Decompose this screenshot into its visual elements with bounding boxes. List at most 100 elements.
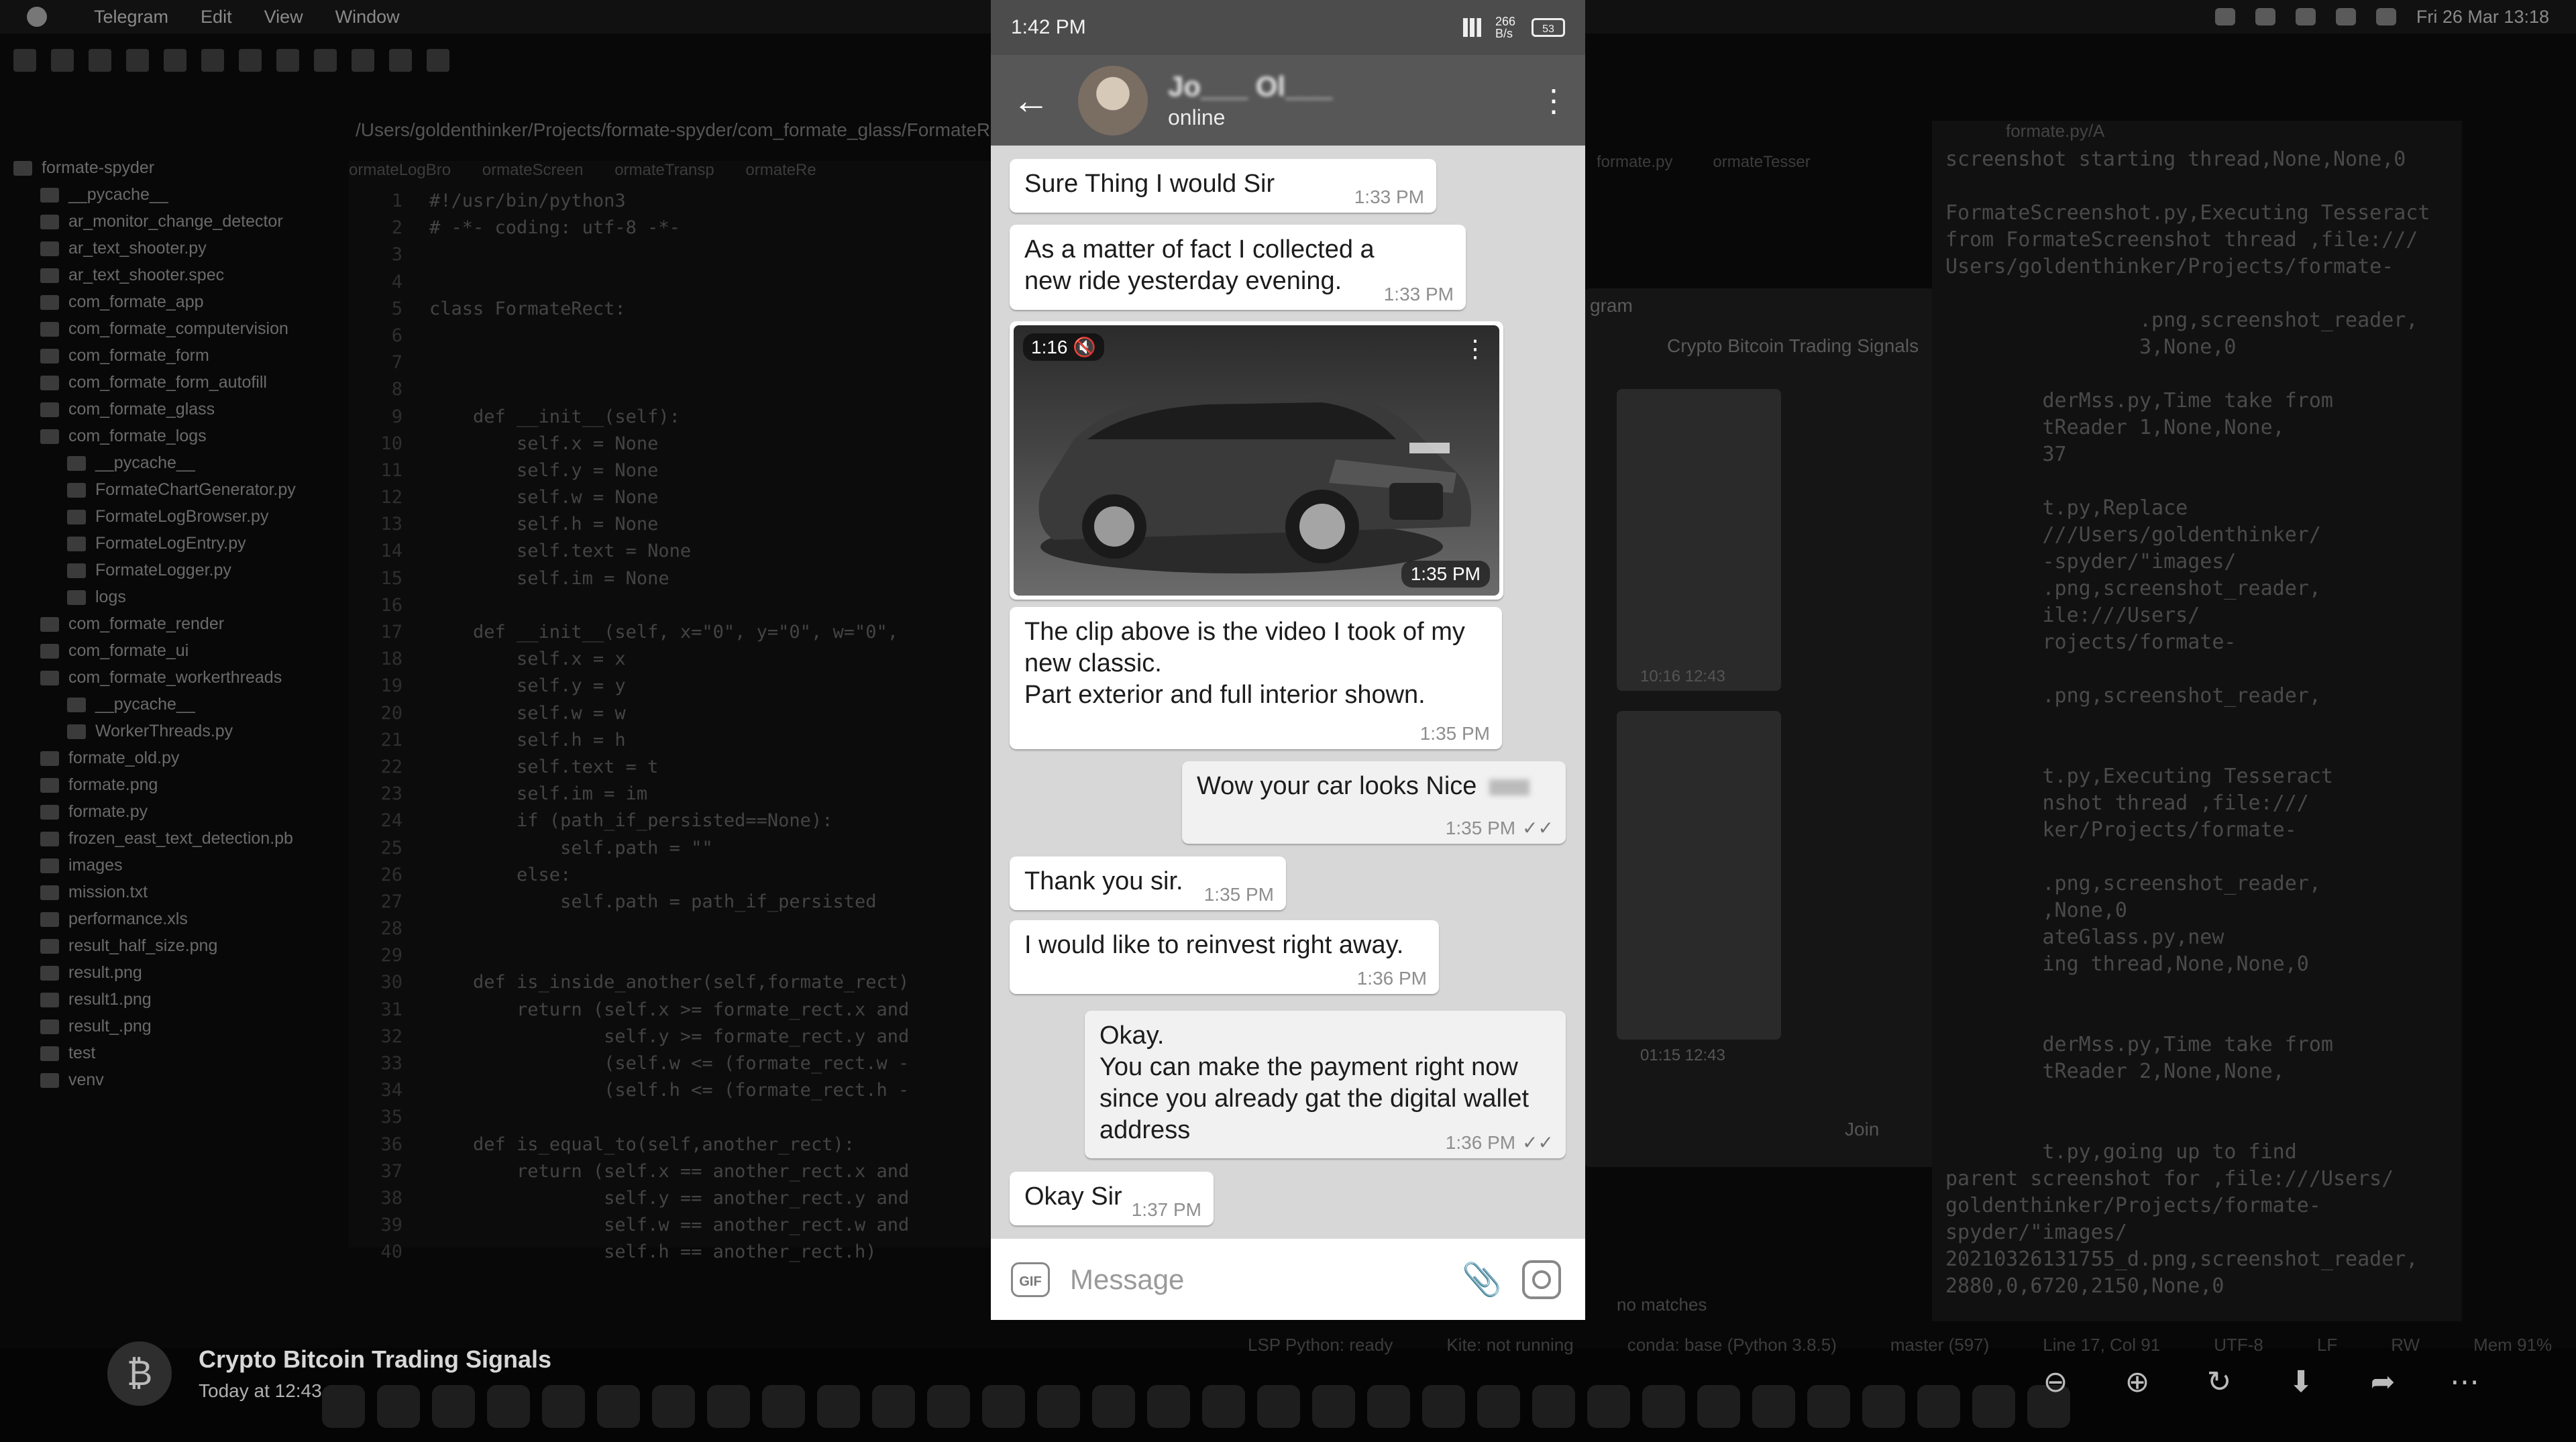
toolbar-icon[interactable] (314, 49, 337, 72)
path-bar[interactable]: /Users/goldenthinker/Projects/formate-sp… (356, 119, 993, 144)
message-bubble[interactable]: The clip above is the video I took of my… (1010, 607, 1502, 749)
message-bubble[interactable]: As a matter of fact I collected a new ri… (1010, 225, 1466, 310)
search-icon[interactable] (2375, 8, 2396, 25)
tree-node[interactable]: com_formate_app (0, 288, 342, 315)
tree-node[interactable]: FormateLogBrowser.py (0, 503, 342, 530)
dock-app-icon[interactable] (982, 1385, 1025, 1428)
video-message[interactable]: 1:16 🔇 ⋮ 1:35 PM (1010, 321, 1503, 600)
dock-app-icon[interactable] (1917, 1385, 1960, 1428)
car-video-thumbnail[interactable]: 1:16 🔇 ⋮ 1:35 PM (1014, 325, 1499, 596)
tree-node[interactable]: result.png (0, 959, 342, 986)
more-vertical-icon[interactable]: ⋮ (1538, 82, 1569, 119)
toolbar-icon[interactable] (352, 49, 374, 72)
tree-node[interactable]: com_formate_logs (0, 423, 342, 449)
tree-node[interactable]: frozen_east_text_detection.pb (0, 825, 342, 852)
zoom-in-icon[interactable]: ⊕ (2120, 1365, 2155, 1400)
tree-node[interactable]: FormateLogger.py (0, 557, 342, 584)
apple-icon[interactable] (27, 7, 47, 27)
dock-app-icon[interactable] (1752, 1385, 1795, 1428)
editor-tab[interactable]: ormateRe (745, 161, 816, 179)
tree-node[interactable]: __pycache__ (0, 181, 342, 208)
dock-app-icon[interactable] (1257, 1385, 1300, 1428)
tree-node[interactable]: performance.xls (0, 905, 342, 932)
rotate-icon[interactable]: ↻ (2202, 1365, 2237, 1400)
preview-thumbnail[interactable] (1617, 389, 1781, 691)
toolbar-icon[interactable] (389, 49, 412, 72)
toolbar-icon[interactable] (201, 49, 224, 72)
dock-app-icon[interactable] (1312, 1385, 1355, 1428)
tree-node[interactable]: images (0, 852, 342, 879)
message-bubble[interactable]: Okay. You can make the payment right now… (1085, 1011, 1566, 1158)
tree-node[interactable]: com_formate_form_autofill (0, 369, 342, 396)
menu-view[interactable]: View (264, 7, 303, 27)
tree-node[interactable]: WorkerThreads.py (0, 718, 342, 744)
dock-app-icon[interactable] (872, 1385, 915, 1428)
message-bubble[interactable]: I would like to reinvest right away. 1:3… (1010, 920, 1439, 994)
toolbar-icon[interactable] (13, 49, 36, 72)
menu-edit[interactable]: Edit (201, 7, 232, 27)
tree-node[interactable]: com_formate_ui (0, 637, 342, 664)
tree-node[interactable]: com_formate_computervision (0, 315, 342, 342)
download-icon[interactable]: ⬇ (2284, 1365, 2318, 1400)
status-icon[interactable] (2255, 8, 2275, 25)
tree-node[interactable]: logs (0, 584, 342, 610)
tree-node[interactable]: formate.py (0, 798, 342, 825)
tree-node[interactable]: ar_monitor_change_detector (0, 208, 342, 235)
tree-node[interactable]: test (0, 1040, 342, 1066)
menu-app-telegram[interactable]: Telegram (94, 7, 168, 27)
back-arrow-icon[interactable]: ← (1004, 74, 1058, 127)
dock-app-icon[interactable] (1972, 1385, 2015, 1428)
camera-icon[interactable] (1522, 1260, 1561, 1299)
tree-node[interactable]: ar_text_shooter.py (0, 235, 342, 262)
menu-clock[interactable]: Fri 26 Mar 13:18 (2416, 7, 2549, 27)
editor-tab[interactable]: ormateLogBro (349, 161, 451, 179)
toolbar-icon[interactable] (239, 49, 262, 72)
tree-node[interactable]: __pycache__ (0, 691, 342, 718)
toolbar-icon[interactable] (51, 49, 74, 72)
contact-name[interactable]: Jo___ Ol___ (1168, 70, 1332, 103)
message-input[interactable]: Message (1070, 1264, 1462, 1296)
tree-node[interactable]: com_formate_glass (0, 396, 342, 423)
tree-node[interactable]: com_formate_render (0, 610, 342, 637)
message-bubble[interactable]: Thank you sir. 1:35 PM (1010, 856, 1286, 910)
dock-app-icon[interactable] (1532, 1385, 1575, 1428)
panel-title[interactable]: formate.py/A (1932, 121, 2462, 148)
more-icon[interactable]: ⋯ (2447, 1365, 2482, 1400)
dock-app-icon[interactable] (1037, 1385, 1080, 1428)
message-bubble[interactable]: Okay Sir 1:37 PM (1010, 1172, 1214, 1225)
muted-icon[interactable]: 🔇 (1073, 337, 1096, 357)
zoom-out-icon[interactable]: ⊖ (2038, 1365, 2073, 1400)
toolbar-icon[interactable] (427, 49, 449, 72)
tree-node[interactable]: formate_old.py (0, 744, 342, 771)
toolbar-icon[interactable] (89, 49, 111, 72)
tree-node[interactable]: com_formate_form (0, 342, 342, 369)
dock-app-icon[interactable] (1147, 1385, 1190, 1428)
status-icon[interactable] (2214, 8, 2235, 25)
dock-app-icon[interactable] (1697, 1385, 1740, 1428)
message-bubble[interactable]: Wow your car looks Nice 1:35 PM ✓✓ (1182, 761, 1566, 844)
dock-app-icon[interactable] (707, 1385, 750, 1428)
avatar[interactable] (1078, 65, 1148, 135)
toolbar-icon[interactable] (126, 49, 149, 72)
dock-app-icon[interactable] (1092, 1385, 1135, 1428)
dock-app-icon[interactable] (1422, 1385, 1465, 1428)
dock-app-icon[interactable] (1587, 1385, 1630, 1428)
tree-node[interactable]: ar_text_shooter.spec (0, 262, 342, 288)
tree-node[interactable]: result_half_size.png (0, 932, 342, 959)
tree-node[interactable]: __pycache__ (0, 449, 342, 476)
tree-node[interactable]: venv (0, 1066, 342, 1093)
toolbar-icon[interactable] (276, 49, 299, 72)
status-icon[interactable] (2295, 8, 2316, 25)
tree-node[interactable]: mission.txt (0, 879, 342, 905)
dock-app-icon[interactable] (927, 1385, 970, 1428)
tree-node[interactable]: FormateChartGenerator.py (0, 476, 342, 503)
editor-tab[interactable]: ormateTransp (614, 161, 714, 179)
dock-app-icon[interactable] (1807, 1385, 1850, 1428)
tree-node[interactable]: result_.png (0, 1013, 342, 1040)
join-button[interactable]: Join (1845, 1119, 1879, 1140)
video-menu-icon[interactable]: ⋮ (1463, 335, 1487, 363)
message-bubble[interactable]: Sure Thing I would Sir 1:33 PM (1010, 159, 1436, 213)
tree-node[interactable]: com_formate_workerthreads (0, 664, 342, 691)
editor-tab[interactable]: ormateTesser (1713, 153, 1810, 172)
notification-banner[interactable]: ₿ Crypto Bitcoin Trading Signals Today a… (107, 1341, 551, 1406)
